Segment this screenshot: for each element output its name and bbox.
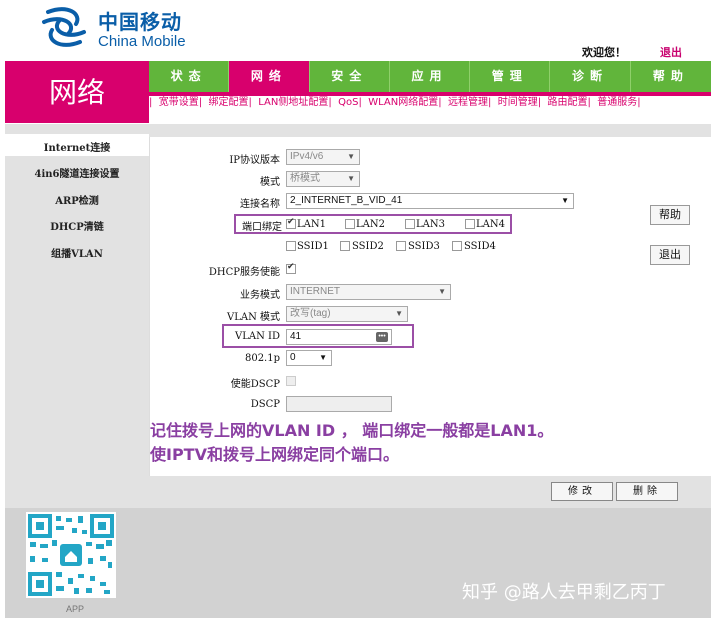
priority-select[interactable]: 0 ▼ — [286, 350, 332, 366]
connection-name-value: 2_INTERNET_B_VID_41 — [290, 195, 403, 206]
chevron-down-icon: ▼ — [438, 287, 446, 296]
subnav-route[interactable]: 路由配置 — [547, 97, 587, 108]
ip-version-label: IP协议版本 — [229, 155, 280, 166]
ssid4-label: SSID4 — [464, 241, 496, 252]
tab-network[interactable]: 网络 — [229, 61, 310, 92]
top-nav: 状态 网络 安全 应用 管理 诊断 帮助 — [149, 61, 711, 92]
sidebar-item-arp[interactable]: ARP检测 — [5, 192, 149, 207]
modify-button[interactable]: 修改 — [551, 482, 613, 501]
subnav-qos[interactable]: QoS — [338, 97, 358, 108]
annotation-line-1: 记住拨号上网的VLAN ID ， 端口绑定一般都是LAN1。 — [150, 421, 554, 440]
lan3-label: LAN3 — [416, 219, 445, 230]
sidebar-item-4in6[interactable]: 4in6隧道连接设置 — [5, 165, 149, 180]
lan1-checkbox[interactable] — [286, 217, 296, 229]
chevron-down-icon: ▼ — [561, 196, 569, 205]
tab-help[interactable]: 帮助 — [631, 61, 711, 92]
annotation-line-2: 使IPTV和拨号上网绑定同个端口。 — [150, 445, 399, 464]
chevron-down-icon: ▼ — [347, 174, 355, 183]
mode-select[interactable]: 桥模式 ▼ — [286, 171, 360, 187]
dhcp-enable-label: DHCP服务使能 — [208, 267, 280, 278]
qr-code-icon — [26, 512, 116, 598]
lan3-checkbox[interactable] — [405, 219, 415, 229]
lan4-label: LAN4 — [476, 219, 505, 230]
tab-application[interactable]: 应用 — [390, 61, 471, 92]
ssid2-checkbox[interactable] — [340, 241, 350, 251]
lan2-label: LAN2 — [356, 219, 385, 230]
content-topbar — [149, 124, 711, 137]
logout-button[interactable]: 退出 — [650, 245, 690, 265]
subnav-service[interactable]: 普通服务 — [597, 97, 637, 108]
port-binding-label: 端口绑定 — [242, 222, 282, 233]
mode-label: 模式 — [260, 177, 280, 188]
header-logout-link[interactable]: 退出 — [660, 44, 682, 60]
dscp-input[interactable] — [286, 396, 392, 412]
subnav-lan-address[interactable]: LAN侧地址配置 — [258, 97, 328, 108]
vlan-mode-label: VLAN 模式 — [226, 312, 280, 323]
ellipsis-icon[interactable]: ••• — [376, 332, 388, 342]
brand-name-cn: 中国移动 — [98, 10, 182, 34]
vlan-mode-value: 改写(tag) — [290, 308, 331, 319]
subnav-broadband[interactable]: 宽带设置 — [159, 97, 199, 108]
ssid2-label: SSID2 — [352, 241, 384, 252]
vlan-id-input[interactable]: 41 ••• — [286, 329, 392, 345]
dhcp-enable-checkbox[interactable] — [286, 262, 296, 274]
tab-management[interactable]: 管理 — [470, 61, 551, 92]
subnav-binding[interactable]: 绑定配置 — [209, 97, 249, 108]
ip-version-value: IPv4/v6 — [290, 151, 324, 162]
subnav-time[interactable]: 时间管理 — [498, 97, 538, 108]
subnav-wlan[interactable]: WLAN网络配置 — [368, 97, 438, 108]
connection-name-label: 连接名称 — [240, 199, 280, 210]
ssid3-label: SSID3 — [408, 241, 440, 252]
sidebar-item-dhcp[interactable]: DHCP清链 — [5, 218, 149, 233]
china-mobile-logo-icon — [42, 7, 86, 47]
sidebar-item-multicast-vlan[interactable]: 组播VLAN — [5, 245, 149, 260]
tab-security[interactable]: 安全 — [310, 61, 390, 92]
vlan-mode-select[interactable]: 改写(tag) ▼ — [286, 306, 408, 322]
service-mode-label: 业务模式 — [240, 290, 280, 301]
dscp-enable-label: 使能DSCP — [230, 379, 280, 390]
nav-divider — [149, 92, 711, 96]
section-title: 网络 — [48, 76, 105, 109]
ip-version-select[interactable]: IPv4/v6 ▼ — [286, 149, 360, 165]
watermark: 知乎 @路人去甲剩乙丙丁 — [462, 582, 666, 603]
mode-value: 桥模式 — [290, 173, 320, 184]
subnav-remote[interactable]: 远程管理 — [448, 97, 488, 108]
section-header: 网络 — [5, 61, 149, 123]
chevron-down-icon: ▼ — [347, 152, 355, 161]
ssid1-checkbox[interactable] — [286, 241, 296, 251]
tab-status[interactable]: 状态 — [149, 61, 230, 92]
chevron-down-icon: ▼ — [395, 309, 403, 318]
service-mode-value: INTERNET — [290, 286, 340, 297]
brand-logo: 中国移动 China Mobile — [38, 2, 208, 54]
dscp-label: DSCP — [250, 399, 280, 410]
dscp-enable-checkbox[interactable] — [286, 376, 296, 386]
chevron-down-icon: ▼ — [319, 353, 327, 362]
vlan-id-value: 41 — [290, 331, 302, 342]
service-mode-select[interactable]: INTERNET ▼ — [286, 284, 451, 300]
vlan-id-label: VLAN ID — [235, 331, 280, 342]
lan4-checkbox[interactable] — [465, 219, 475, 229]
connection-name-select[interactable]: 2_INTERNET_B_VID_41 ▼ — [286, 193, 574, 209]
sub-nav: | 宽带设置| 绑定配置| LAN侧地址配置| QoS| WLAN网络配置| 远… — [149, 97, 641, 108]
welcome-text: 欢迎您！ — [582, 46, 626, 59]
annotation-note: 记住拨号上网的VLAN ID ， 端口绑定一般都是LAN1。 使IPTV和拨号上… — [150, 419, 553, 467]
help-button[interactable]: 帮助 — [650, 205, 690, 225]
ssid3-checkbox[interactable] — [396, 241, 406, 251]
priority-label: 802.1p — [244, 353, 280, 364]
sidebar-item-internet[interactable]: Internet连接 — [5, 139, 149, 154]
priority-value: 0 — [290, 352, 296, 363]
lan1-label: LAN1 — [297, 219, 326, 230]
brand-name-en: China Mobile — [98, 33, 186, 50]
ssid1-label: SSID1 — [297, 241, 329, 252]
lan2-checkbox[interactable] — [345, 219, 355, 229]
tab-diagnosis[interactable]: 诊断 — [550, 61, 631, 92]
ssid4-checkbox[interactable] — [452, 241, 462, 251]
delete-button[interactable]: 删除 — [616, 482, 678, 501]
app-label: APP — [66, 604, 85, 614]
